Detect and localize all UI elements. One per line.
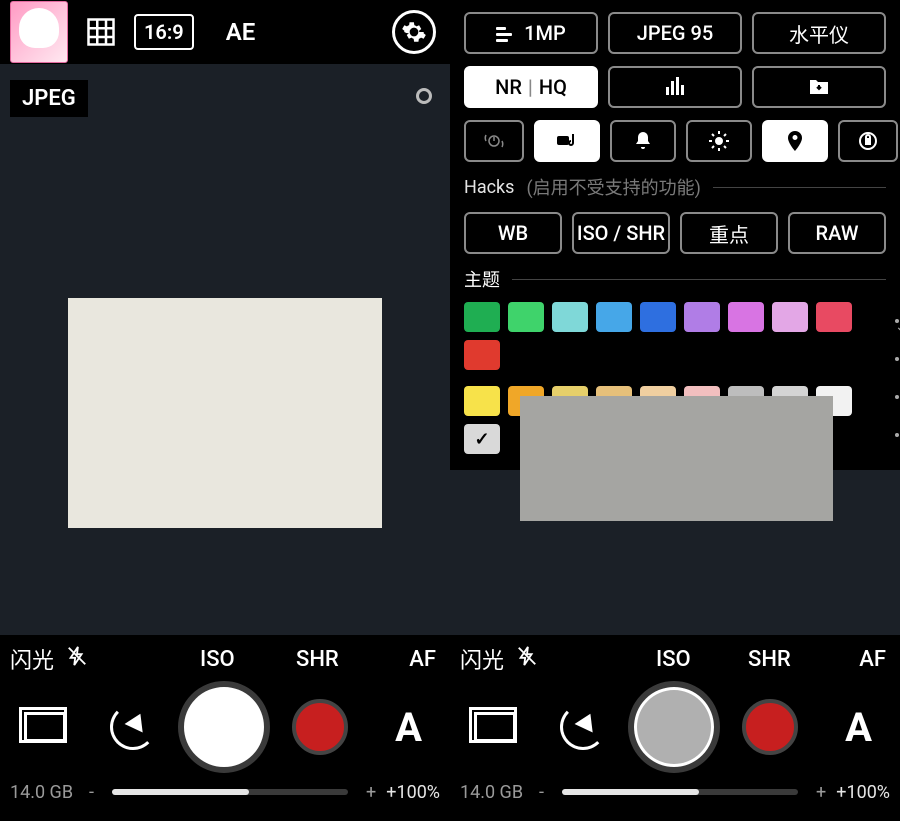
mode-labels-row: 闪光 ISO SHR AF bbox=[460, 641, 890, 677]
ev-plus[interactable]: + bbox=[366, 782, 376, 803]
autofocus-button[interactable]: AF bbox=[409, 647, 436, 672]
iso-button[interactable]: ISO bbox=[200, 647, 235, 672]
capture-row: A bbox=[460, 677, 890, 777]
wb-hack-button[interactable]: WB bbox=[464, 212, 562, 254]
brightness-button[interactable] bbox=[686, 120, 752, 162]
shutter-button-label[interactable]: SHR bbox=[296, 647, 339, 672]
theme-swatch[interactable] bbox=[508, 302, 544, 332]
zoom-level[interactable]: +100% bbox=[386, 782, 440, 803]
theme-swatch[interactable] bbox=[464, 340, 500, 370]
flash-off-icon[interactable] bbox=[66, 645, 88, 673]
theme-swatch[interactable] bbox=[464, 386, 500, 416]
list-icon bbox=[496, 24, 514, 42]
iso-button[interactable]: ISO bbox=[656, 647, 691, 672]
ev-minus[interactable]: - bbox=[539, 782, 544, 803]
status-row: 14.0 GB - + +100% bbox=[10, 777, 440, 807]
focus-hack-button[interactable]: 重点 bbox=[680, 212, 778, 254]
storage-free: 14.0 GB bbox=[460, 782, 523, 803]
aspect-ratio-button[interactable]: 16:9 bbox=[134, 14, 194, 50]
theme-title: 主题 bbox=[464, 266, 500, 292]
theme-swatch[interactable] bbox=[552, 302, 588, 332]
iso-shr-hack-button[interactable]: ISO / SHR bbox=[572, 212, 670, 254]
camera-screen-left: 16:9 AE JPEG 闪光 ISO SHR AF A 14.0 GB - bbox=[0, 0, 450, 821]
theme-swatch[interactable] bbox=[684, 302, 720, 332]
hacks-buttons-row: WB ISO / SHR 重点 RAW bbox=[464, 212, 886, 254]
bottom-controls: 闪光 ISO SHR AF A 14.0 GB - + +100% bbox=[0, 635, 450, 821]
format-badge: JPEG bbox=[10, 80, 88, 117]
grid-icon[interactable] bbox=[86, 17, 116, 47]
theme-swatch[interactable] bbox=[596, 302, 632, 332]
viewfinder-preview[interactable] bbox=[520, 396, 833, 521]
settings-row-1: 1MP JPEG 95 水平仪 bbox=[464, 12, 886, 54]
resolution-button[interactable]: 1MP bbox=[464, 12, 598, 54]
ois-button[interactable] bbox=[464, 120, 524, 162]
photo-shutter-button[interactable] bbox=[178, 681, 270, 773]
theme-swatch[interactable] bbox=[816, 302, 852, 332]
hacks-header: Hacks (启用不受支持的功能) bbox=[464, 174, 886, 200]
mode-switch-icon[interactable] bbox=[24, 712, 66, 742]
filters-icon[interactable] bbox=[110, 704, 156, 750]
mode-switch-icon[interactable] bbox=[474, 712, 516, 742]
level-button[interactable]: 水平仪 bbox=[752, 12, 886, 54]
settings-row-2: NR|HQ bbox=[464, 66, 886, 108]
theme-header: 主题 bbox=[464, 266, 886, 292]
hacks-subtitle: (启用不受支持的功能) bbox=[526, 174, 700, 200]
rotation-lock-button[interactable] bbox=[838, 120, 898, 162]
bottom-controls: 闪光 ISO SHR AF A 14.0 GB - + +100% bbox=[450, 635, 900, 821]
settings-row-3 bbox=[464, 120, 886, 162]
auto-exposure-button[interactable]: AE bbox=[226, 18, 256, 46]
theme-swatch[interactable] bbox=[772, 302, 808, 332]
hacks-title: Hacks bbox=[464, 177, 514, 198]
exposure-slider[interactable] bbox=[112, 789, 348, 795]
capture-row: A bbox=[10, 677, 440, 777]
ev-minus[interactable]: - bbox=[89, 782, 94, 803]
filters-icon[interactable] bbox=[560, 704, 606, 750]
raw-hack-button[interactable]: RAW bbox=[788, 212, 886, 254]
theme-swatch[interactable] bbox=[464, 424, 500, 454]
shutter-button-label[interactable]: SHR bbox=[748, 647, 791, 672]
auto-mode-button[interactable]: A bbox=[845, 704, 872, 751]
theme-swatch[interactable] bbox=[728, 302, 764, 332]
camera-screen-right: 1MP JPEG 95 水平仪 NR|HQ bbox=[450, 0, 900, 821]
exposure-slider[interactable] bbox=[562, 789, 798, 795]
top-toolbar: 16:9 AE bbox=[0, 0, 450, 64]
viewfinder-preview[interactable] bbox=[68, 298, 382, 528]
theme-swatch[interactable] bbox=[640, 302, 676, 332]
auto-mode-button[interactable]: A bbox=[395, 704, 422, 751]
jpeg-quality-button[interactable]: JPEG 95 bbox=[608, 12, 742, 54]
focus-indicator-icon bbox=[416, 88, 432, 104]
gallery-thumbnail[interactable] bbox=[10, 1, 68, 63]
ev-plus[interactable]: + bbox=[816, 782, 826, 803]
nr-hq-button[interactable]: NR|HQ bbox=[464, 66, 598, 108]
photo-sound-button[interactable] bbox=[534, 120, 600, 162]
video-record-button[interactable] bbox=[292, 699, 348, 755]
flash-label[interactable]: 闪光 bbox=[10, 643, 54, 675]
theme-swatch[interactable] bbox=[464, 302, 500, 332]
notification-button[interactable] bbox=[610, 120, 676, 162]
mode-labels-row: 闪光 ISO SHR AF bbox=[10, 641, 440, 677]
status-row: 14.0 GB - + +100% bbox=[460, 777, 890, 807]
save-folder-button[interactable] bbox=[752, 66, 886, 108]
settings-gear-icon[interactable] bbox=[392, 10, 436, 54]
flash-off-icon[interactable] bbox=[516, 645, 538, 673]
autofocus-button[interactable]: AF bbox=[859, 647, 886, 672]
location-button[interactable] bbox=[762, 120, 828, 162]
histogram-button[interactable] bbox=[608, 66, 742, 108]
storage-free: 14.0 GB bbox=[10, 782, 73, 803]
photo-shutter-button[interactable] bbox=[628, 681, 720, 773]
video-record-button[interactable] bbox=[742, 699, 798, 755]
more-colors-icon[interactable]: ⌄ bbox=[890, 302, 900, 454]
flash-label[interactable]: 闪光 bbox=[460, 643, 504, 675]
zoom-level[interactable]: +100% bbox=[836, 782, 890, 803]
